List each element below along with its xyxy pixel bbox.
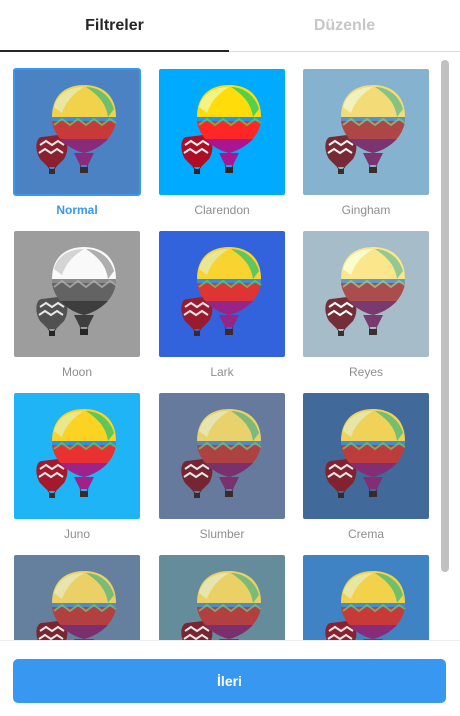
- filter-thumbnail: [14, 393, 140, 519]
- filter-tile[interactable]: Juno: [14, 393, 140, 553]
- tab-bar: Filtreler Düzenle: [0, 0, 460, 52]
- filter-label: Clarendon: [194, 203, 250, 217]
- filter-tile[interactable]: [159, 555, 285, 640]
- filter-tile[interactable]: [303, 555, 429, 640]
- filter-tile[interactable]: Moon: [14, 231, 140, 391]
- filter-label: Juno: [63, 527, 91, 541]
- filter-tile[interactable]: [14, 555, 140, 640]
- filter-thumbnail: [159, 231, 285, 357]
- filter-thumbnail: [14, 555, 140, 640]
- filter-tile[interactable]: Crema: [303, 393, 429, 553]
- filter-thumbnail: [303, 555, 429, 640]
- filter-label: Lark: [210, 365, 234, 379]
- filter-label: Crema: [347, 527, 384, 541]
- filter-thumbnail: [14, 231, 140, 357]
- tab-filters[interactable]: Filtreler: [0, 0, 229, 52]
- filter-tile[interactable]: Lark: [159, 231, 285, 391]
- filter-tile[interactable]: Normal: [13, 68, 141, 229]
- filter-label: Reyes: [348, 365, 383, 379]
- filter-label: Normal: [56, 203, 98, 217]
- tab-edit[interactable]: Düzenle: [229, 0, 460, 52]
- filter-tile[interactable]: Gingham: [303, 69, 429, 229]
- filter-label: Moon: [61, 365, 93, 379]
- filter-tile[interactable]: Slumber: [159, 393, 285, 553]
- footer: İleri: [0, 640, 460, 716]
- filter-thumbnail: [159, 555, 285, 640]
- filter-thumbnail: [303, 69, 429, 195]
- filter-label: Gingham: [341, 203, 391, 217]
- filter-thumbnail: [13, 68, 141, 196]
- filter-label: Slumber: [199, 527, 245, 541]
- filter-tile[interactable]: Reyes: [303, 231, 429, 391]
- filter-grid[interactable]: Normal Clarendon Gingham Moon Lark Reyes…: [0, 52, 460, 640]
- filter-thumbnail: [159, 393, 285, 519]
- next-button[interactable]: İleri: [13, 659, 446, 703]
- filter-thumbnail: [303, 231, 429, 357]
- filter-thumbnail: [159, 69, 285, 195]
- filter-thumbnail: [303, 393, 429, 519]
- filter-tile[interactable]: Clarendon: [159, 69, 285, 229]
- scrollbar-thumb[interactable]: [441, 60, 449, 572]
